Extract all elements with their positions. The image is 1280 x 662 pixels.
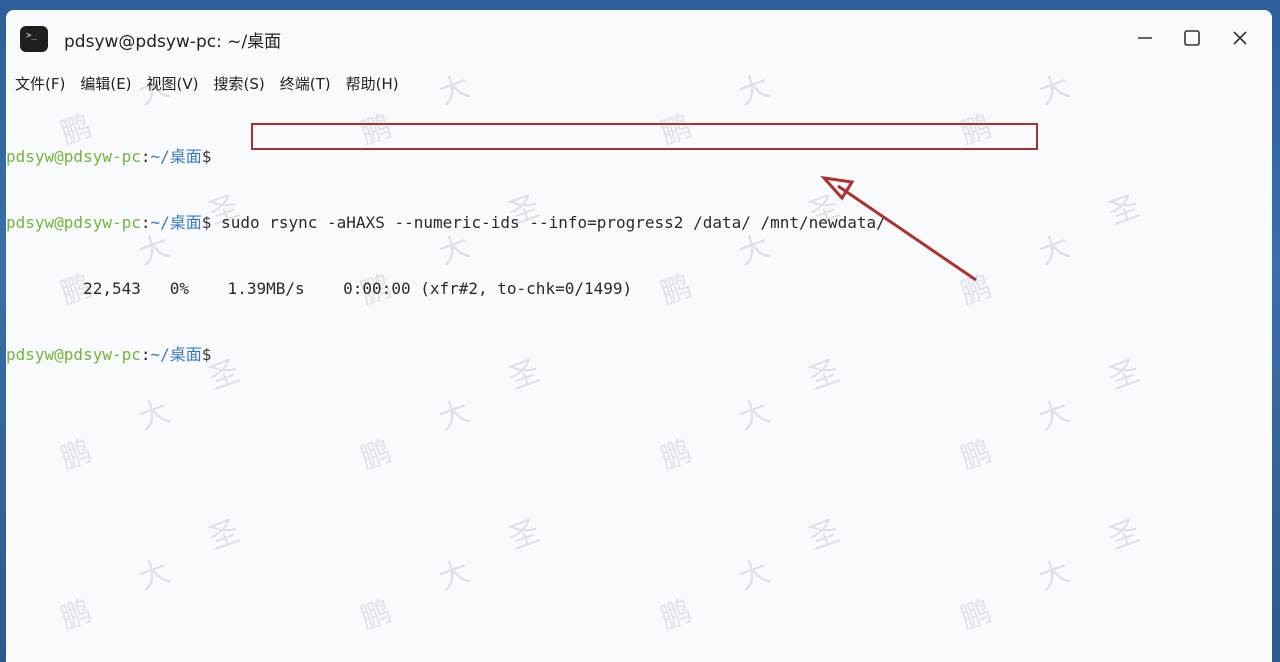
maximize-button[interactable] [1177,24,1207,52]
close-button[interactable] [1225,24,1255,52]
minimize-button[interactable] [1130,24,1160,52]
menu-view[interactable]: 视图(V) [147,73,199,94]
prompt-user: pdsyw@pdsyw-pc [6,345,141,364]
prompt-path: ~/桌面 [150,147,202,166]
prompt-user: pdsyw@pdsyw-pc [6,213,141,232]
maximize-icon [1184,30,1200,46]
watermark-glyph: 鹏 [656,593,697,637]
terminal-line-4: pdsyw@pdsyw-pc:~/桌面$ [6,344,1272,366]
watermark-glyph: 鹏 [56,593,97,637]
rsync-command: sudo rsync -aHAXS --numeric-ids --info=p… [221,213,886,232]
prompt-dollar: $ [201,345,212,364]
prompt-separator: : [140,213,151,232]
watermark-glyph: 圣 [1104,513,1145,557]
terminal-app-icon: >_ [20,26,48,52]
terminal-line-3: 22,543 0% 1.39MB/s 0:00:00 (xfr#2, to-ch… [6,278,1272,300]
watermark-glyph: 鹏 [56,433,97,477]
prompt-user: pdsyw@pdsyw-pc [6,147,141,166]
terminal-window: 鹏大圣鹏大圣鹏大圣鹏大圣鹏大圣鹏大圣鹏大圣鹏大圣鹏大圣鹏大圣鹏大圣鹏大圣鹏大圣鹏… [6,10,1272,662]
prompt-path: ~/桌面 [150,345,202,364]
prompt-separator: : [140,147,151,166]
menu-bar: 文件(F) 编辑(E) 视图(V) 搜索(S) 终端(T) 帮助(H) [6,68,405,98]
watermark-glyph: 鹏 [356,593,397,637]
terminal-line-2: pdsyw@pdsyw-pc:~/桌面$ sudo rsync -aHAXS -… [6,212,1272,234]
prompt-separator: : [140,345,151,364]
watermark-glyph: 鹏 [956,593,997,637]
watermark-glyph: 圣 [204,513,245,557]
command-highlight-box [251,123,1038,150]
close-icon [1233,31,1247,45]
menu-edit[interactable]: 编辑(E) [80,73,131,94]
watermark-glyph: 圣 [804,513,845,557]
window-title: pdsyw@pdsyw-pc: ~/桌面 [64,32,282,52]
title-bar[interactable]: >_ pdsyw@pdsyw-pc: ~/桌面 [6,10,1272,66]
prompt-dollar: $ [201,147,212,166]
menu-file[interactable]: 文件(F) [15,73,65,94]
watermark-glyph: 大 [734,553,775,597]
watermark-glyph: 鹏 [356,433,397,477]
menu-terminal[interactable]: 终端(T) [280,73,331,94]
watermark-glyph: 鹏 [956,433,997,477]
watermark-glyph: 大 [134,553,175,597]
prompt-path: ~/桌面 [150,213,202,232]
app-icon-glyph: >_ [26,31,37,41]
minimize-icon [1138,37,1152,39]
prompt-dollar: $ [201,213,212,232]
menu-help[interactable]: 帮助(H) [346,73,399,94]
watermark-glyph: 大 [1034,553,1075,597]
watermark-glyph: 圣 [504,513,545,557]
menu-search[interactable]: 搜索(S) [214,73,265,94]
progress-output: 22,543 0% 1.39MB/s 0:00:00 (xfr#2, to-ch… [6,279,633,298]
watermark-glyph: 鹏 [656,433,697,477]
watermark-glyph: 大 [434,553,475,597]
